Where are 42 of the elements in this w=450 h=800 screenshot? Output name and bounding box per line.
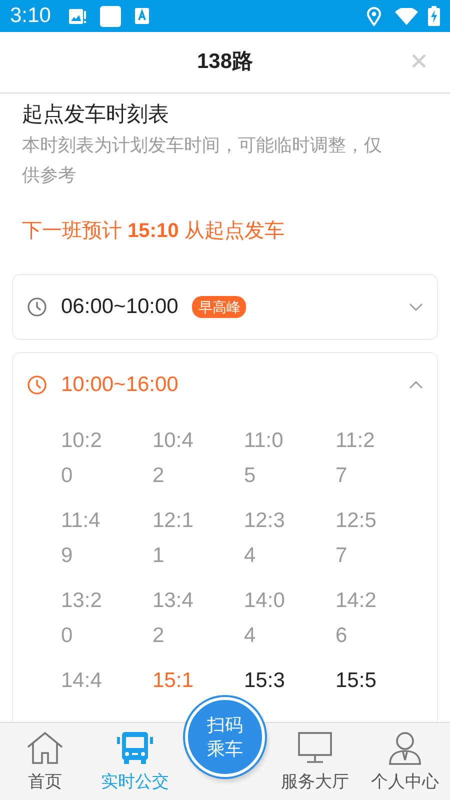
departure-time: 15:3 [244, 668, 286, 694]
timetable-note: 本时刻表为计划发车时间，可能临时调整，仅供参考 [22, 134, 383, 187]
next-departure-text: 下一班预计 15:10 从起点发车 [22, 219, 286, 244]
location-icon [367, 6, 381, 26]
departure-time: 10:42 [152, 428, 194, 489]
departure-time: 11:27 [336, 428, 376, 489]
section-title: 起点发车时刻表 [22, 102, 170, 128]
image-notification-icon [68, 8, 86, 24]
bus-icon [116, 730, 154, 764]
departure-time: 11:49 [61, 508, 102, 569]
period-header[interactable]: 06:00~10:00 早高峰 [13, 275, 437, 339]
departure-time: 13:20 [61, 588, 103, 649]
peak-tag: 早高峰 [192, 296, 246, 318]
departure-time: 14:4 [61, 668, 103, 694]
departure-time: 12:57 [336, 508, 378, 569]
departure-time: 15:5 [336, 668, 378, 694]
departure-time: 12:11 [152, 508, 194, 569]
clock-icon [27, 297, 47, 317]
departure-time: 15:1 [152, 668, 194, 694]
departure-time: 11:05 [244, 428, 284, 489]
departure-time: 13:42 [152, 588, 194, 649]
home-icon [26, 730, 64, 764]
period-range: 10:00~16:00 [61, 372, 178, 398]
page-title: 138路 [196, 49, 254, 76]
battery-icon [428, 6, 440, 26]
person-icon [386, 730, 424, 764]
status-time: 3:10 [10, 3, 51, 30]
notification-icon [100, 6, 121, 26]
departure-time: 12:34 [244, 508, 286, 569]
nav-tab[interactable]: 服务大厅 [270, 730, 360, 794]
monitor-icon [296, 730, 334, 764]
departure-time: 10:20 [61, 428, 103, 489]
wifi-icon [395, 8, 418, 24]
departure-time: 14:26 [336, 588, 378, 649]
clock-icon [27, 375, 47, 395]
chevron-up-icon [409, 381, 423, 389]
departure-time: 14:04 [244, 588, 286, 649]
nav-tab[interactable]: 首页 [0, 730, 90, 794]
period-range: 06:00~10:00 [61, 294, 178, 320]
chevron-down-icon [409, 303, 423, 311]
keyboard-notification-icon [134, 8, 149, 24]
nav-tab[interactable]: 个人中心 [360, 730, 450, 794]
